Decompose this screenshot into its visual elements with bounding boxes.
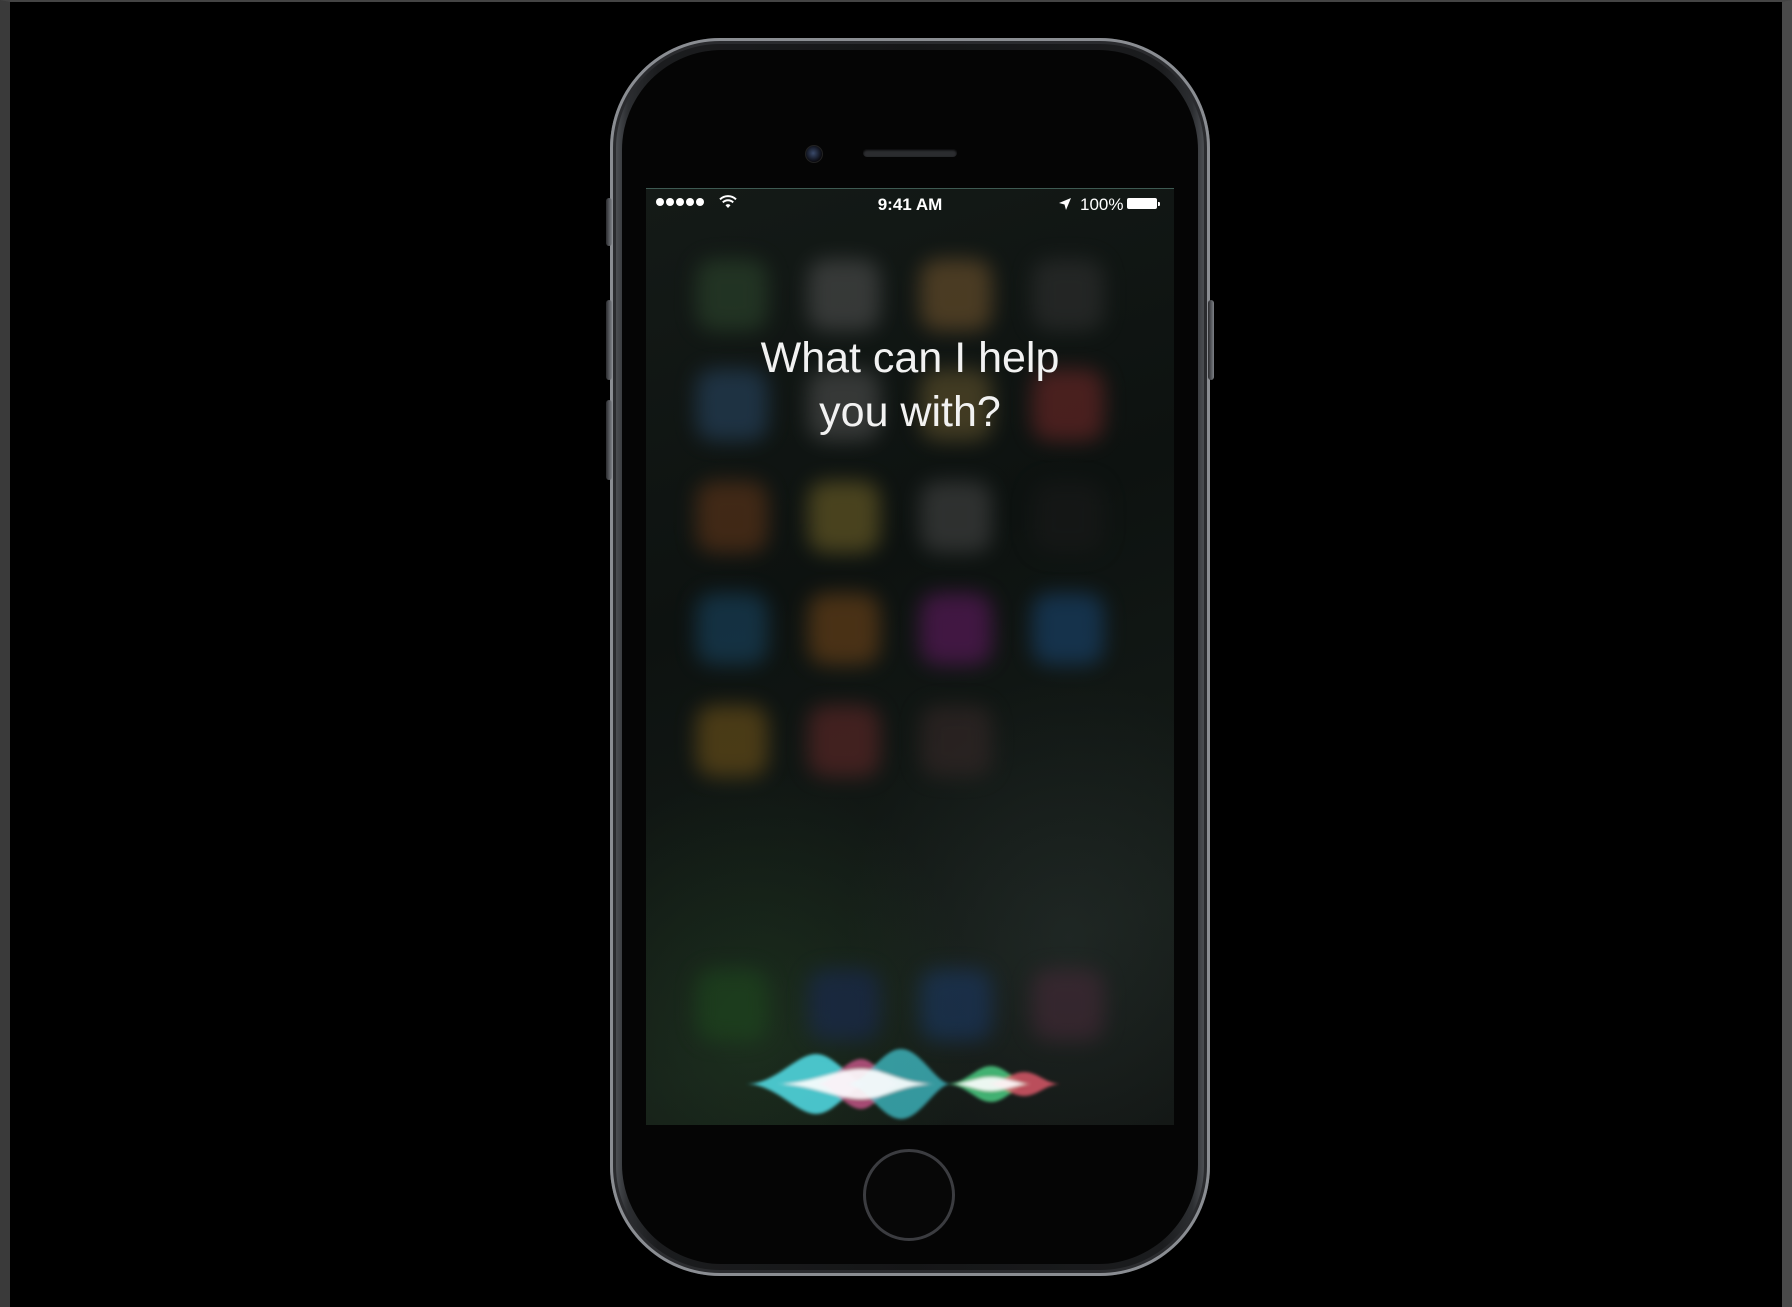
blurred-app-icon xyxy=(920,481,992,553)
battery-percentage: 100% xyxy=(1080,195,1124,214)
blurred-app-icon xyxy=(920,705,992,777)
blurred-app-icon xyxy=(1032,593,1104,665)
blurred-app-icon xyxy=(808,593,880,665)
volume-down-button xyxy=(606,400,612,480)
earpiece-speaker xyxy=(863,149,957,157)
blurred-app-icon xyxy=(808,481,880,553)
blurred-app-icon xyxy=(696,481,768,553)
location-arrow-icon xyxy=(1059,198,1071,210)
home-button[interactable] xyxy=(863,1149,955,1241)
iphone-device: 9:41 AM 100% What can I help you with? xyxy=(606,38,1214,1276)
blurred-app-icon xyxy=(696,259,768,331)
blurred-app-icon xyxy=(696,593,768,665)
blurred-app-icon xyxy=(1032,259,1104,331)
blurred-app-icon xyxy=(1032,481,1104,553)
blurred-dock-icon xyxy=(808,969,880,1041)
blurred-app-icon xyxy=(920,593,992,665)
blurred-app-icon xyxy=(696,705,768,777)
blurred-dock-icon xyxy=(920,969,992,1041)
blurred-app-icon xyxy=(920,259,992,331)
siri-waveform[interactable] xyxy=(646,1039,1174,1125)
status-bar: 9:41 AM 100% xyxy=(646,189,1174,219)
blurred-dock-icon xyxy=(1032,969,1104,1041)
siri-prompt-line-2: you with? xyxy=(819,388,1001,436)
volume-up-button xyxy=(606,300,612,380)
blurred-app-icon xyxy=(808,259,880,331)
phone-screen: 9:41 AM 100% What can I help you with? xyxy=(646,188,1174,1125)
siri-prompt-line-1: What can I help xyxy=(760,334,1060,382)
siri-prompt: What can I help you with? xyxy=(646,331,1174,439)
blurred-dock-icon xyxy=(696,969,768,1041)
blurred-app-icon xyxy=(808,705,880,777)
presentation-stage: 9:41 AM 100% What can I help you with? xyxy=(0,0,1792,1307)
mute-switch xyxy=(606,198,612,246)
front-camera-icon xyxy=(805,145,823,163)
power-button xyxy=(1208,300,1214,380)
battery-icon xyxy=(1127,198,1160,209)
